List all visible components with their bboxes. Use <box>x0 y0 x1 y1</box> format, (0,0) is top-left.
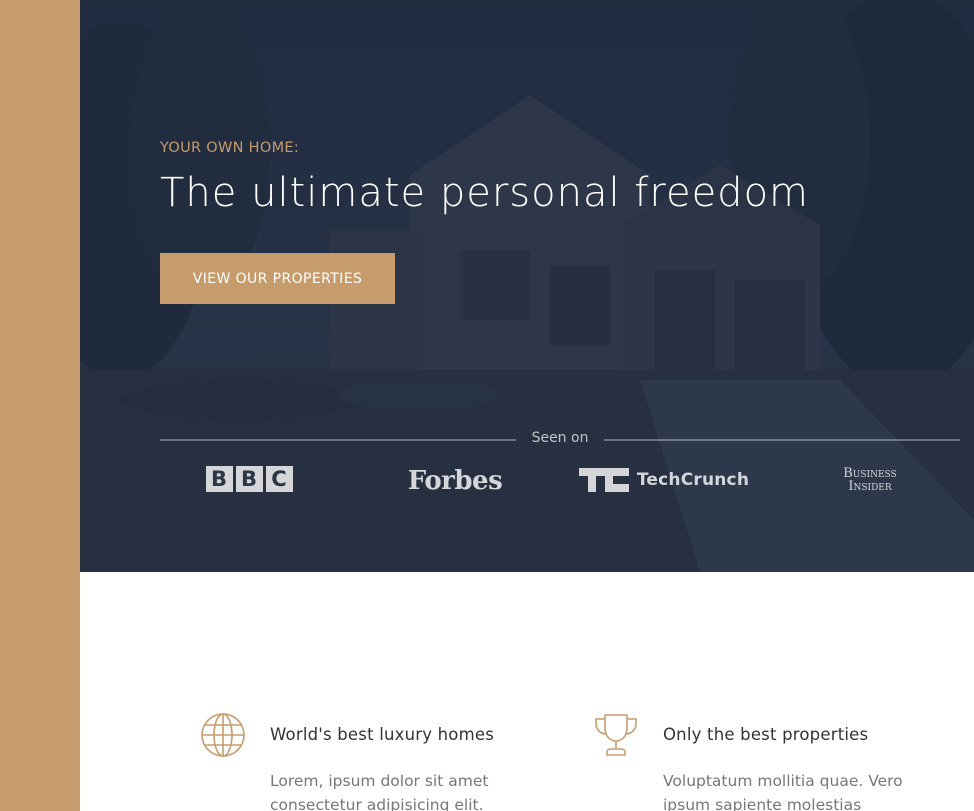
seen-on-label: Seen on <box>531 430 589 446</box>
bbc-logo: B B C <box>204 464 294 494</box>
hero-section: YOUR OWN HOME: The ultimate personal fre… <box>80 0 974 572</box>
bbc-letter: B <box>235 466 263 492</box>
divider-line-left <box>160 439 516 441</box>
techcrunch-logo: TechCrunch <box>574 464 754 496</box>
press-divider: Seen on <box>160 428 960 452</box>
business-insider-logo: Business Insider <box>830 464 910 496</box>
hero-subtitle: YOUR OWN HOME: <box>160 140 300 156</box>
business-insider-line-2: Insider <box>848 479 892 494</box>
sidebar-accent-bar <box>0 0 80 811</box>
view-properties-button[interactable]: VIEW OUR PROPERTIES <box>160 253 395 304</box>
techcrunch-wordmark: TechCrunch <box>636 470 750 490</box>
divider-line-right <box>604 439 960 441</box>
techcrunch-mark-icon <box>578 468 629 492</box>
feature-description: Voluptatum mollitia quae. Vero ipsum sap… <box>663 772 903 811</box>
bbc-letter: B <box>205 466 233 492</box>
globe-icon <box>201 713 245 757</box>
feature-title: World's best luxury homes <box>270 725 495 744</box>
trophy-icon <box>595 714 637 756</box>
forbes-logo: Forbes <box>407 466 503 496</box>
feature-title: Only the best properties <box>663 725 869 744</box>
hero-headline: The ultimate personal freedom <box>160 170 809 216</box>
bbc-letter: C <box>265 466 293 492</box>
feature-description: Lorem, ipsum dolor sit amet consectetur … <box>270 772 489 811</box>
